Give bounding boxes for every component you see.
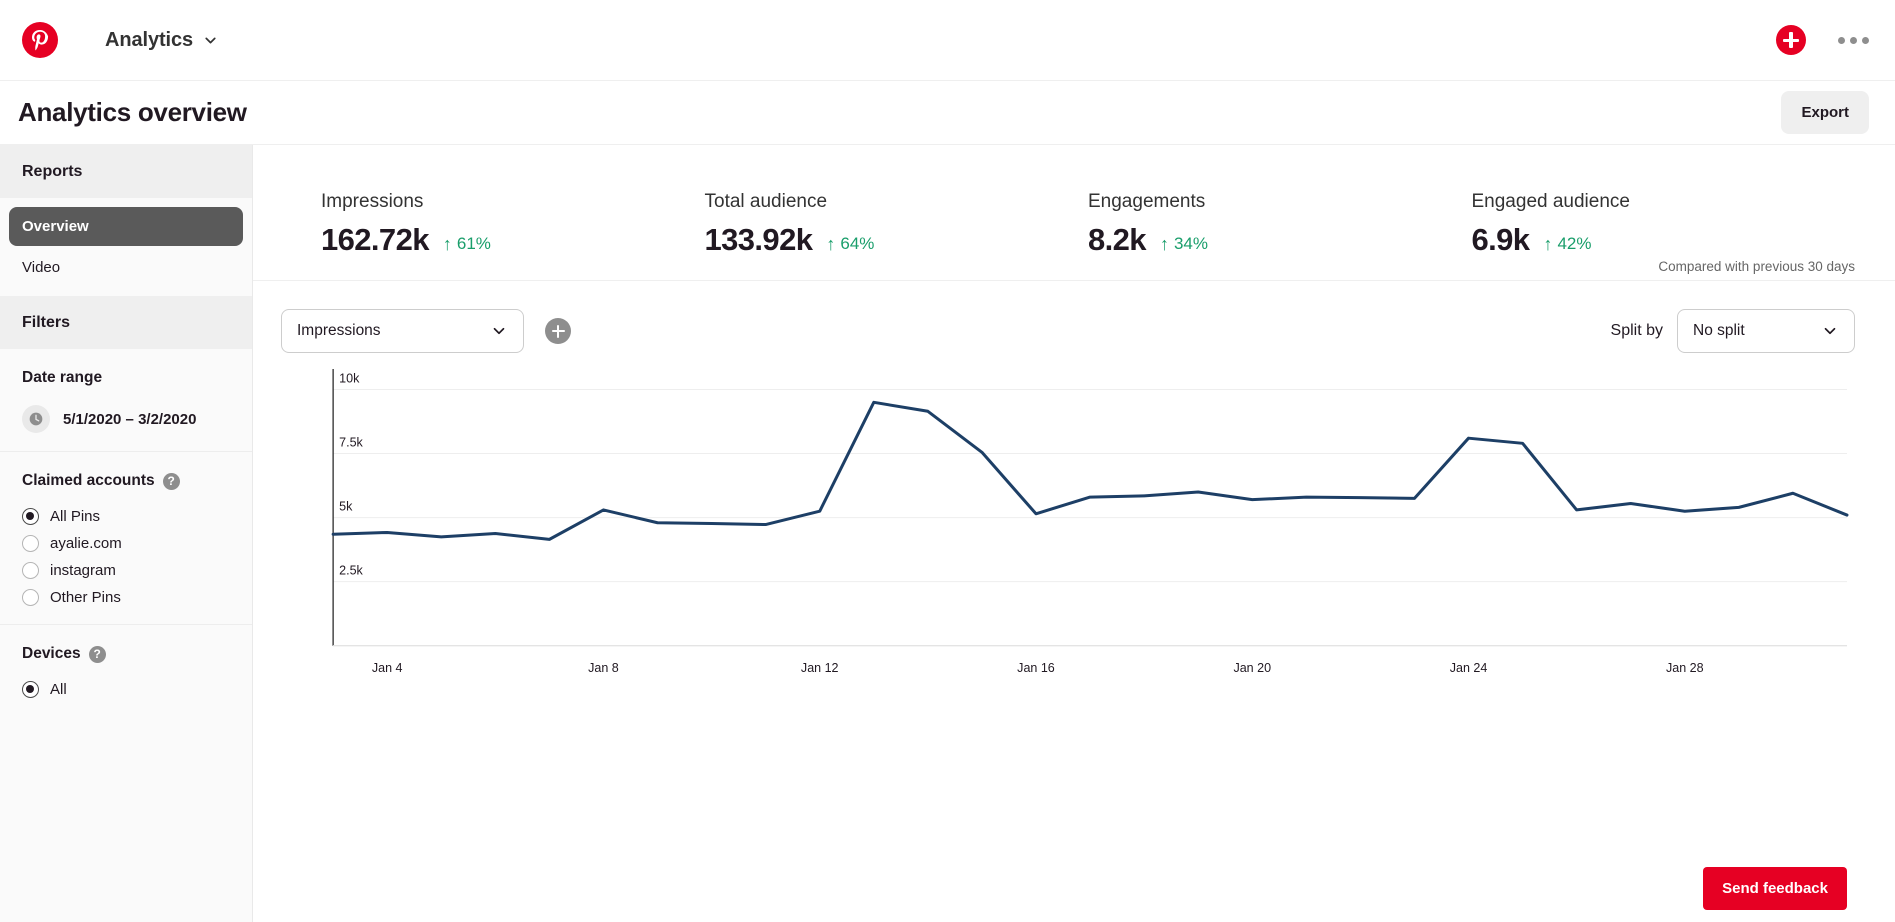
top-navigation-bar: Analytics bbox=[0, 0, 1895, 81]
metric-label: Engaged audience bbox=[1471, 191, 1630, 212]
y-axis-tick-label: 5k bbox=[339, 500, 353, 514]
metric-value: 162.72k bbox=[321, 222, 429, 257]
sidebar-reports-list: Overview Video bbox=[0, 198, 252, 287]
radio-other-pins[interactable]: Other Pins bbox=[22, 589, 230, 606]
radio-label: All bbox=[50, 681, 67, 698]
impressions-series-line bbox=[331, 400, 1849, 541]
x-axis-tick-label: Jan 20 bbox=[1233, 661, 1271, 675]
radio-all-pins[interactable]: All Pins bbox=[22, 508, 230, 525]
metric-delta: ↑ 64% bbox=[826, 234, 874, 254]
comparison-note: Compared with previous 30 days bbox=[1658, 259, 1855, 274]
x-axis-tick-label: Jan 8 bbox=[588, 661, 619, 675]
analytics-menu-label: Analytics bbox=[105, 28, 194, 51]
send-feedback-button[interactable]: Send feedback bbox=[1703, 867, 1847, 910]
arrow-up-icon: ↑ bbox=[826, 234, 836, 254]
sidebar: Reports Overview Video Filters Date rang… bbox=[0, 145, 253, 922]
top-nav-actions bbox=[1776, 25, 1869, 55]
radio-label: Other Pins bbox=[50, 589, 121, 606]
devices-title: Devices ? bbox=[22, 645, 230, 663]
export-button[interactable]: Export bbox=[1781, 91, 1869, 134]
metric-label: Engagements bbox=[1088, 191, 1206, 212]
date-range-filter: Date range 5/1/2020 – 3/2/2020 bbox=[0, 349, 252, 452]
metric-label: Impressions bbox=[321, 191, 424, 212]
chevron-down-icon bbox=[205, 37, 216, 43]
radio-indicator bbox=[22, 562, 39, 579]
radio-label: ayalie.com bbox=[50, 535, 122, 552]
y-axis-tick-label: 2.5k bbox=[339, 564, 363, 578]
radio-indicator bbox=[22, 535, 39, 552]
question-mark-icon[interactable]: ? bbox=[162, 472, 180, 490]
devices-filter: Devices ? All bbox=[0, 625, 252, 726]
chart-canvas: 2.5k 5k 7.5k 10k Jan 4 Jan 8 Jan 12 Jan 16 Jan 2… bbox=[331, 369, 1849, 675]
sidebar-filters-header: Filters bbox=[0, 296, 252, 349]
claimed-accounts-filter: Claimed accounts ? All Pins ayalie.com i… bbox=[0, 452, 252, 625]
metric-delta-value: 61% bbox=[456, 234, 491, 253]
radio-label: All Pins bbox=[50, 508, 101, 525]
radio-ayalie-com[interactable]: ayalie.com bbox=[22, 535, 230, 552]
create-plus-icon[interactable] bbox=[1776, 25, 1806, 55]
metric-label: Total audience bbox=[704, 191, 828, 212]
y-axis-tick-label: 10k bbox=[339, 371, 360, 385]
more-horizontal-icon[interactable] bbox=[1838, 36, 1869, 44]
claimed-accounts-label: Claimed accounts bbox=[22, 472, 155, 489]
metrics-summary: Impressions 162.72k ↑ 61% Total audience… bbox=[253, 145, 1895, 281]
split-by-select[interactable]: No split bbox=[1677, 309, 1855, 353]
date-range-value: 5/1/2020 – 3/2/2020 bbox=[63, 410, 197, 428]
y-axis-tick-label: 7.5k bbox=[339, 436, 363, 450]
analytics-menu-trigger[interactable]: Analytics bbox=[105, 29, 219, 52]
devices-label: Devices bbox=[22, 645, 81, 662]
radio-label: instagram bbox=[50, 562, 116, 579]
split-by-label: Split by bbox=[1610, 322, 1663, 339]
page-title-bar: Analytics overview Export bbox=[0, 81, 1895, 145]
pinterest-logo-icon[interactable] bbox=[22, 22, 58, 58]
metric-card-impressions: Impressions 162.72k ↑ 61% bbox=[321, 191, 705, 258]
metric-delta-value: 42% bbox=[1557, 234, 1592, 253]
add-metric-plus-icon[interactable] bbox=[545, 318, 571, 344]
x-axis-tick-label: Jan 28 bbox=[1666, 661, 1704, 675]
metric-delta-value: 64% bbox=[840, 234, 875, 253]
metric-delta: ↑ 34% bbox=[1160, 234, 1208, 254]
metric-value: 133.92k bbox=[704, 222, 813, 257]
x-axis-tick-label: Jan 4 bbox=[372, 661, 403, 675]
x-axis-tick-label: Jan 24 bbox=[1450, 661, 1488, 675]
arrow-up-icon: ↑ bbox=[1159, 234, 1169, 254]
metric-select-value: Impressions bbox=[297, 322, 381, 339]
arrow-up-icon: ↑ bbox=[442, 234, 452, 254]
date-range-picker[interactable]: 5/1/2020 – 3/2/2020 bbox=[22, 405, 230, 433]
radio-instagram[interactable]: instagram bbox=[22, 562, 230, 579]
radio-device-all[interactable]: All bbox=[22, 681, 230, 698]
question-mark-icon[interactable]: ? bbox=[88, 645, 106, 663]
chart-controls: Impressions Split by No split bbox=[253, 281, 1895, 353]
clock-icon bbox=[22, 405, 50, 433]
sidebar-item-overview[interactable]: Overview bbox=[9, 207, 243, 246]
metric-card-total-audience: Total audience 133.92k ↑ 64% bbox=[705, 191, 1089, 258]
date-range-title: Date range bbox=[22, 369, 103, 386]
impressions-line-chart: 2.5k 5k 7.5k 10k Jan 4 Jan 8 Jan 12 Jan 16 Jan 2… bbox=[253, 353, 1895, 694]
arrow-up-icon: ↑ bbox=[1543, 234, 1553, 254]
metric-delta: ↑ 42% bbox=[1543, 234, 1591, 254]
split-by-group: Split by No split bbox=[1611, 309, 1855, 353]
metric-card-engagements: Engagements 8.2k ↑ 34% bbox=[1088, 191, 1472, 258]
sidebar-reports-header: Reports bbox=[0, 145, 252, 198]
metric-delta-value: 34% bbox=[1173, 234, 1208, 253]
sidebar-item-video[interactable]: Video bbox=[9, 248, 243, 287]
chevron-down-icon bbox=[1824, 327, 1836, 335]
metric-select[interactable]: Impressions bbox=[281, 309, 524, 353]
chevron-down-icon bbox=[493, 327, 505, 335]
metric-card-engaged-audience: Engaged audience 6.9k ↑ 42% bbox=[1472, 191, 1856, 258]
radio-indicator bbox=[22, 508, 39, 525]
radio-indicator bbox=[22, 681, 39, 698]
claimed-accounts-title: Claimed accounts ? bbox=[22, 472, 230, 490]
x-axis-tick-label: Jan 12 bbox=[801, 661, 839, 675]
page-title: Analytics overview bbox=[18, 97, 247, 127]
x-axis-tick-label: Jan 16 bbox=[1017, 661, 1055, 675]
main-content: Impressions 162.72k ↑ 61% Total audience… bbox=[253, 145, 1895, 922]
metric-value: 8.2k bbox=[1088, 222, 1147, 257]
split-by-value: No split bbox=[1693, 322, 1745, 339]
radio-indicator bbox=[22, 589, 39, 606]
metric-delta: ↑ 61% bbox=[443, 234, 491, 254]
metric-value: 6.9k bbox=[1471, 222, 1531, 257]
